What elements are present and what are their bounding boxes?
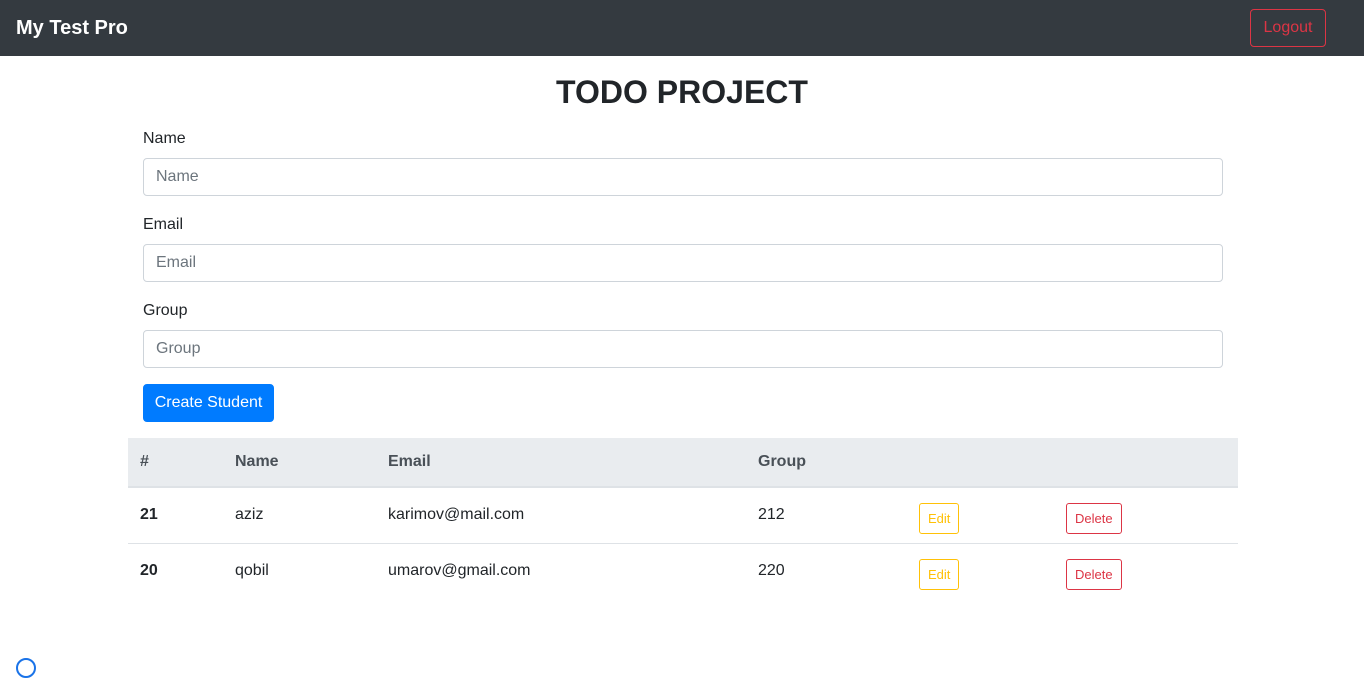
group-input[interactable] <box>143 330 1223 368</box>
table-header-row: # Name Email Group <box>128 438 1238 488</box>
row-group: 220 <box>746 542 907 599</box>
logout-button[interactable]: Logout <box>1250 9 1326 47</box>
name-label: Name <box>143 130 186 147</box>
header-name: Name <box>223 438 376 488</box>
name-input[interactable] <box>143 158 1223 196</box>
edit-button[interactable]: Edit <box>919 502 960 534</box>
header-group: Group <box>746 438 907 488</box>
table-row: 21 aziz karimov@mail.com 212 Edit Delete <box>128 487 1238 543</box>
row-email: umarov@gmail.com <box>376 542 746 599</box>
navbar: My Test Pro Logout <box>0 0 1364 56</box>
header-id: # <box>128 438 223 488</box>
navbar-brand[interactable]: My Test Pro <box>16 16 128 40</box>
delete-button[interactable]: Delete <box>1066 502 1122 534</box>
group-label: Group <box>143 302 188 319</box>
row-name: aziz <box>235 506 264 524</box>
header-email: Email <box>376 438 746 488</box>
row-name: qobil <box>223 542 376 599</box>
header-edit <box>907 438 1054 488</box>
row-email: karimov@mail.com <box>388 506 525 524</box>
email-label: Email <box>143 216 184 233</box>
row-delete-cell: Delete <box>1054 542 1238 599</box>
create-student-button[interactable]: Create Student <box>143 384 274 422</box>
row-edit-cell: Edit <box>907 487 1054 543</box>
row-id: 20 <box>128 542 223 599</box>
row-delete-cell: Delete <box>1054 487 1238 543</box>
edit-button[interactable]: Edit <box>919 558 960 590</box>
row-edit-cell: Edit <box>907 542 1054 599</box>
row-group: 212 <box>758 506 785 524</box>
delete-button[interactable]: Delete <box>1066 558 1122 590</box>
page-title: TODO PROJECT <box>556 74 808 110</box>
table-row: 20 qobil umarov@gmail.com 220 Edit Delet… <box>128 542 1238 599</box>
header-delete <box>1054 438 1238 488</box>
partial-circle-icon <box>16 658 36 678</box>
email-input[interactable] <box>143 244 1223 282</box>
row-id: 21 <box>140 506 158 524</box>
students-table: # Name Email Group 21 aziz karimov@mail.… <box>128 438 1238 599</box>
